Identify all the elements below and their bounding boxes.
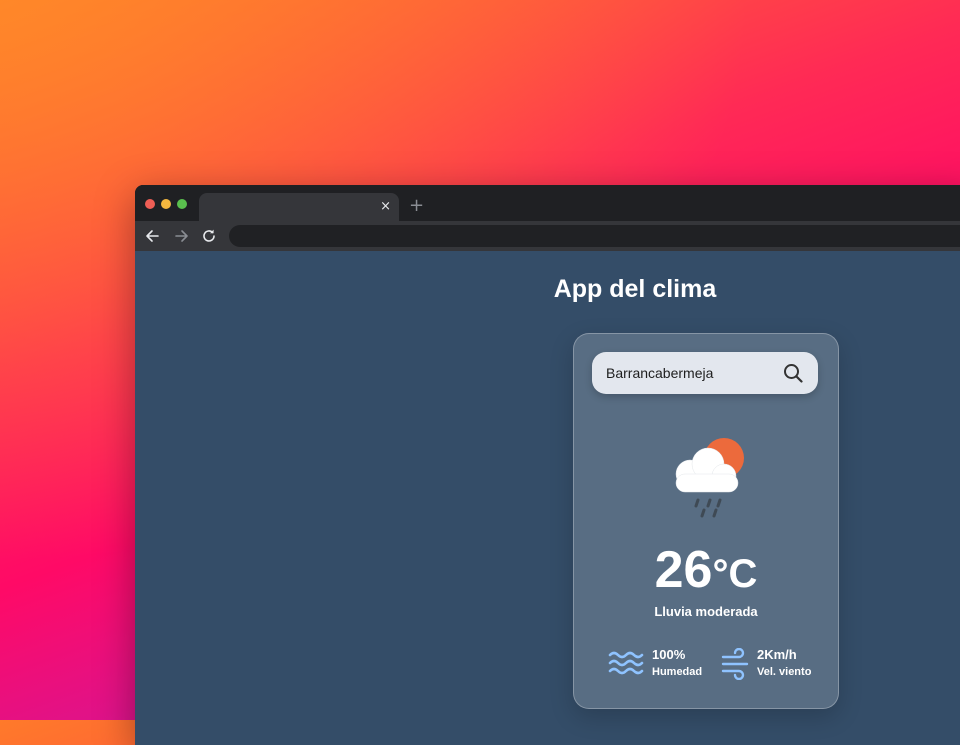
page-content: App del clima Barrancabermeja 26°C Lluvi… — [135, 251, 960, 745]
temperature-value: 26 — [654, 541, 713, 599]
maximize-window-button[interactable] — [177, 199, 187, 209]
weather-card: 26°C Lluvia moderada 100% Humedad — [573, 333, 839, 709]
humidity-label: Humedad — [652, 666, 703, 678]
forward-arrow-icon[interactable] — [171, 226, 191, 246]
temperature-display: 26°C — [574, 540, 838, 600]
waves-icon — [608, 648, 644, 680]
address-bar[interactable] — [229, 225, 960, 247]
tab-close-icon[interactable]: × — [380, 197, 391, 217]
humidity-text: 100% Humedad — [652, 646, 702, 680]
temperature-unit: °C — [712, 552, 758, 596]
browser-tab[interactable]: × — [199, 193, 399, 221]
browser-toolbar — [135, 221, 960, 251]
search-icon[interactable] — [782, 362, 804, 384]
cloud-sun-rain-icon — [658, 434, 758, 534]
weather-description: Lluvia moderada — [654, 604, 758, 619]
reload-icon[interactable] — [199, 226, 219, 246]
humidity-value: 100% — [652, 647, 686, 662]
search-box — [592, 352, 818, 394]
close-window-button[interactable] — [145, 199, 155, 209]
wind-label: Vel. viento — [757, 666, 812, 678]
back-arrow-icon[interactable] — [143, 226, 163, 246]
minimize-window-button[interactable] — [161, 199, 171, 209]
wind-value: 2Km/h — [757, 647, 797, 662]
city-search-input[interactable] — [606, 352, 776, 394]
tab-bar: × + — [135, 185, 960, 221]
browser-window: × + App del clima Barrancabermeja 26°C L… — [135, 185, 960, 745]
page-title: App del clima — [553, 275, 717, 303]
new-tab-icon[interactable]: + — [409, 193, 424, 219]
wind-text: 2Km/h Vel. viento — [757, 646, 811, 680]
wind-icon — [721, 647, 751, 681]
